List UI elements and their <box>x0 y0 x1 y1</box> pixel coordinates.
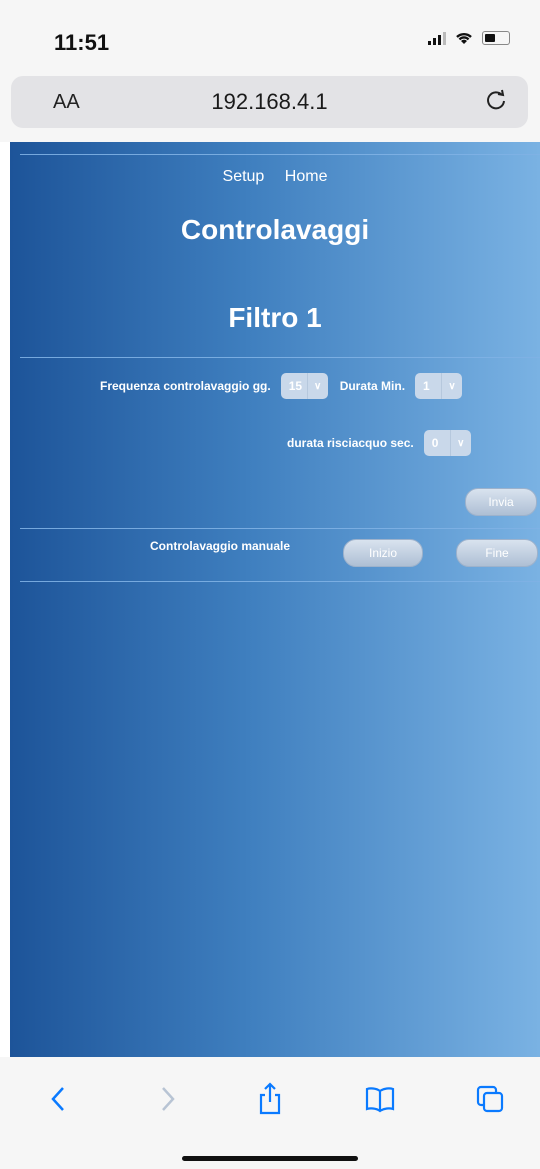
duration-select[interactable]: 1 ∨ <box>415 373 463 399</box>
nav-setup-link[interactable]: Setup <box>223 168 265 185</box>
tabs-icon[interactable] <box>472 1081 508 1117</box>
address-bar-area: AA 192.168.4.1 <box>0 70 540 142</box>
battery-icon <box>482 31 510 45</box>
status-icons <box>428 30 510 46</box>
page-nav: Setup Home <box>10 168 540 186</box>
wifi-icon <box>456 32 472 44</box>
send-button[interactable]: Invia <box>465 488 537 516</box>
address-bar[interactable]: AA 192.168.4.1 <box>11 76 528 128</box>
chevron-down-icon: ∨ <box>441 373 462 399</box>
start-button[interactable]: Inizio <box>343 539 423 567</box>
rinse-label: durata risciacquo sec. <box>287 436 414 450</box>
share-icon[interactable] <box>252 1081 288 1117</box>
reload-icon[interactable] <box>482 86 510 114</box>
forward-icon[interactable] <box>150 1081 186 1117</box>
chevron-down-icon: ∨ <box>306 373 328 399</box>
status-bar: 11:51 <box>0 0 540 70</box>
chevron-down-icon: ∨ <box>449 430 471 456</box>
page-title: Controlavaggi <box>180 214 370 245</box>
url-text[interactable]: 192.168.4.1 <box>11 89 528 115</box>
back-icon[interactable] <box>40 1081 76 1117</box>
page-subtitle: Filtro 1 <box>228 302 322 333</box>
frequency-row: Frequenza controlavaggio gg. 15 ∨ Durata… <box>100 373 463 399</box>
frequency-select[interactable]: 15 ∨ <box>280 373 328 399</box>
manual-row: Controlavaggio manuale <box>150 539 290 553</box>
frequency-label: Frequenza controlavaggio gg. <box>100 379 271 393</box>
web-page: Setup Home Controlavaggi Filtro 1 Freque… <box>10 142 540 1057</box>
divider <box>20 154 540 155</box>
duration-value: 1 <box>423 379 430 393</box>
home-indicator[interactable] <box>182 1156 358 1161</box>
rinse-select[interactable]: 0 ∨ <box>423 430 471 456</box>
nav-home-link[interactable]: Home <box>285 168 328 185</box>
browser-toolbar <box>0 1057 540 1169</box>
rinse-value: 0 <box>431 436 439 450</box>
duration-label: Durata Min. <box>339 379 406 393</box>
bookmarks-icon[interactable] <box>362 1081 398 1117</box>
signal-icon <box>428 31 446 45</box>
divider <box>20 581 540 582</box>
frequency-value: 15 <box>288 379 303 393</box>
manual-label: Controlavaggio manuale <box>150 539 291 553</box>
rinse-row: durata risciacquo sec. 0 ∨ <box>287 430 471 456</box>
status-time: 11:51 <box>54 30 110 55</box>
end-button[interactable]: Fine <box>456 539 538 567</box>
divider <box>20 357 540 358</box>
divider <box>20 528 540 529</box>
